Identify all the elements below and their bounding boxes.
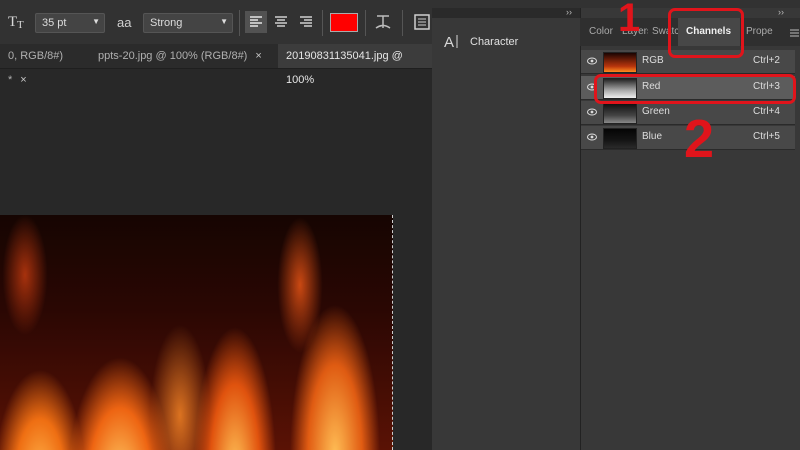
close-icon[interactable]: × <box>20 74 26 86</box>
align-center-icon <box>275 16 287 27</box>
divider <box>239 10 240 36</box>
warp-text-icon[interactable] <box>372 11 394 33</box>
divider <box>402 10 403 36</box>
document-tab[interactable]: 0, RGB/8#) * × <box>0 44 84 86</box>
document-tab-active[interactable]: 20190831135041.jpg @ 100% <box>278 44 432 86</box>
eye-icon[interactable] <box>587 133 597 141</box>
channel-shortcut: Ctrl+2 <box>753 55 780 66</box>
panel-collapse-icon[interactable]: ›› <box>566 7 572 17</box>
svg-text:T: T <box>8 14 17 30</box>
character-panel-tab[interactable]: A Character <box>440 30 580 54</box>
channel-shortcut: Ctrl+5 <box>753 131 780 142</box>
align-right-button[interactable] <box>295 11 317 33</box>
text-orientation-icon[interactable]: TT <box>8 12 30 31</box>
tab-color[interactable]: Color <box>589 18 613 46</box>
annotation-step-2: 2 <box>684 109 715 169</box>
document-tab[interactable]: ppts-20.jpg @ 100% (RGB/8#) × <box>90 44 275 68</box>
align-right-icon <box>300 16 312 27</box>
character-icon: A <box>444 34 458 50</box>
font-size-value: 35 pt <box>42 17 67 29</box>
svg-text:T: T <box>17 19 24 30</box>
close-icon[interactable]: × <box>255 50 261 62</box>
eye-icon[interactable] <box>587 57 597 65</box>
channel-thumbnail <box>603 128 637 149</box>
annotation-box-channels-tab <box>668 8 744 58</box>
character-panel-title: Character <box>470 36 519 48</box>
annotation-step-1: 1 <box>618 0 641 40</box>
chevron-down-icon: ▼ <box>92 17 100 26</box>
anti-alias-value: Strong <box>150 17 183 29</box>
channel-thumbnail <box>603 103 637 124</box>
annotation-box-red-channel <box>594 74 796 104</box>
align-center-button[interactable] <box>270 11 292 33</box>
align-left-icon <box>250 16 262 27</box>
channel-shortcut: Ctrl+4 <box>753 106 780 117</box>
anti-alias-icon: aa <box>117 15 132 30</box>
document-tab-label: ppts-20.jpg @ 100% (RGB/8#) <box>98 50 248 62</box>
divider <box>365 10 366 36</box>
channel-name: Blue <box>642 131 663 142</box>
character-panel-toggle-icon[interactable] <box>413 13 431 31</box>
character-panel-header <box>432 8 580 18</box>
divider <box>322 10 323 36</box>
font-size-field[interactable]: 35 pt ▼ <box>35 13 105 33</box>
channel-thumbnail <box>603 52 637 73</box>
channel-name: RGB <box>642 55 664 66</box>
svg-text:A: A <box>444 34 454 50</box>
eye-icon[interactable] <box>587 108 597 116</box>
character-panel <box>432 18 580 450</box>
text-color-swatch[interactable] <box>330 13 358 32</box>
chevron-down-icon: ▼ <box>220 17 228 26</box>
panel-collapse-icon[interactable]: ›› <box>778 7 784 17</box>
tab-properties[interactable]: Prope <box>746 18 773 46</box>
channel-name: Green <box>642 106 670 117</box>
anti-alias-select[interactable]: Strong ▼ <box>143 13 233 33</box>
canvas-image[interactable] <box>0 215 393 450</box>
align-left-button[interactable] <box>245 11 267 33</box>
panel-menu-icon[interactable] <box>790 28 800 41</box>
